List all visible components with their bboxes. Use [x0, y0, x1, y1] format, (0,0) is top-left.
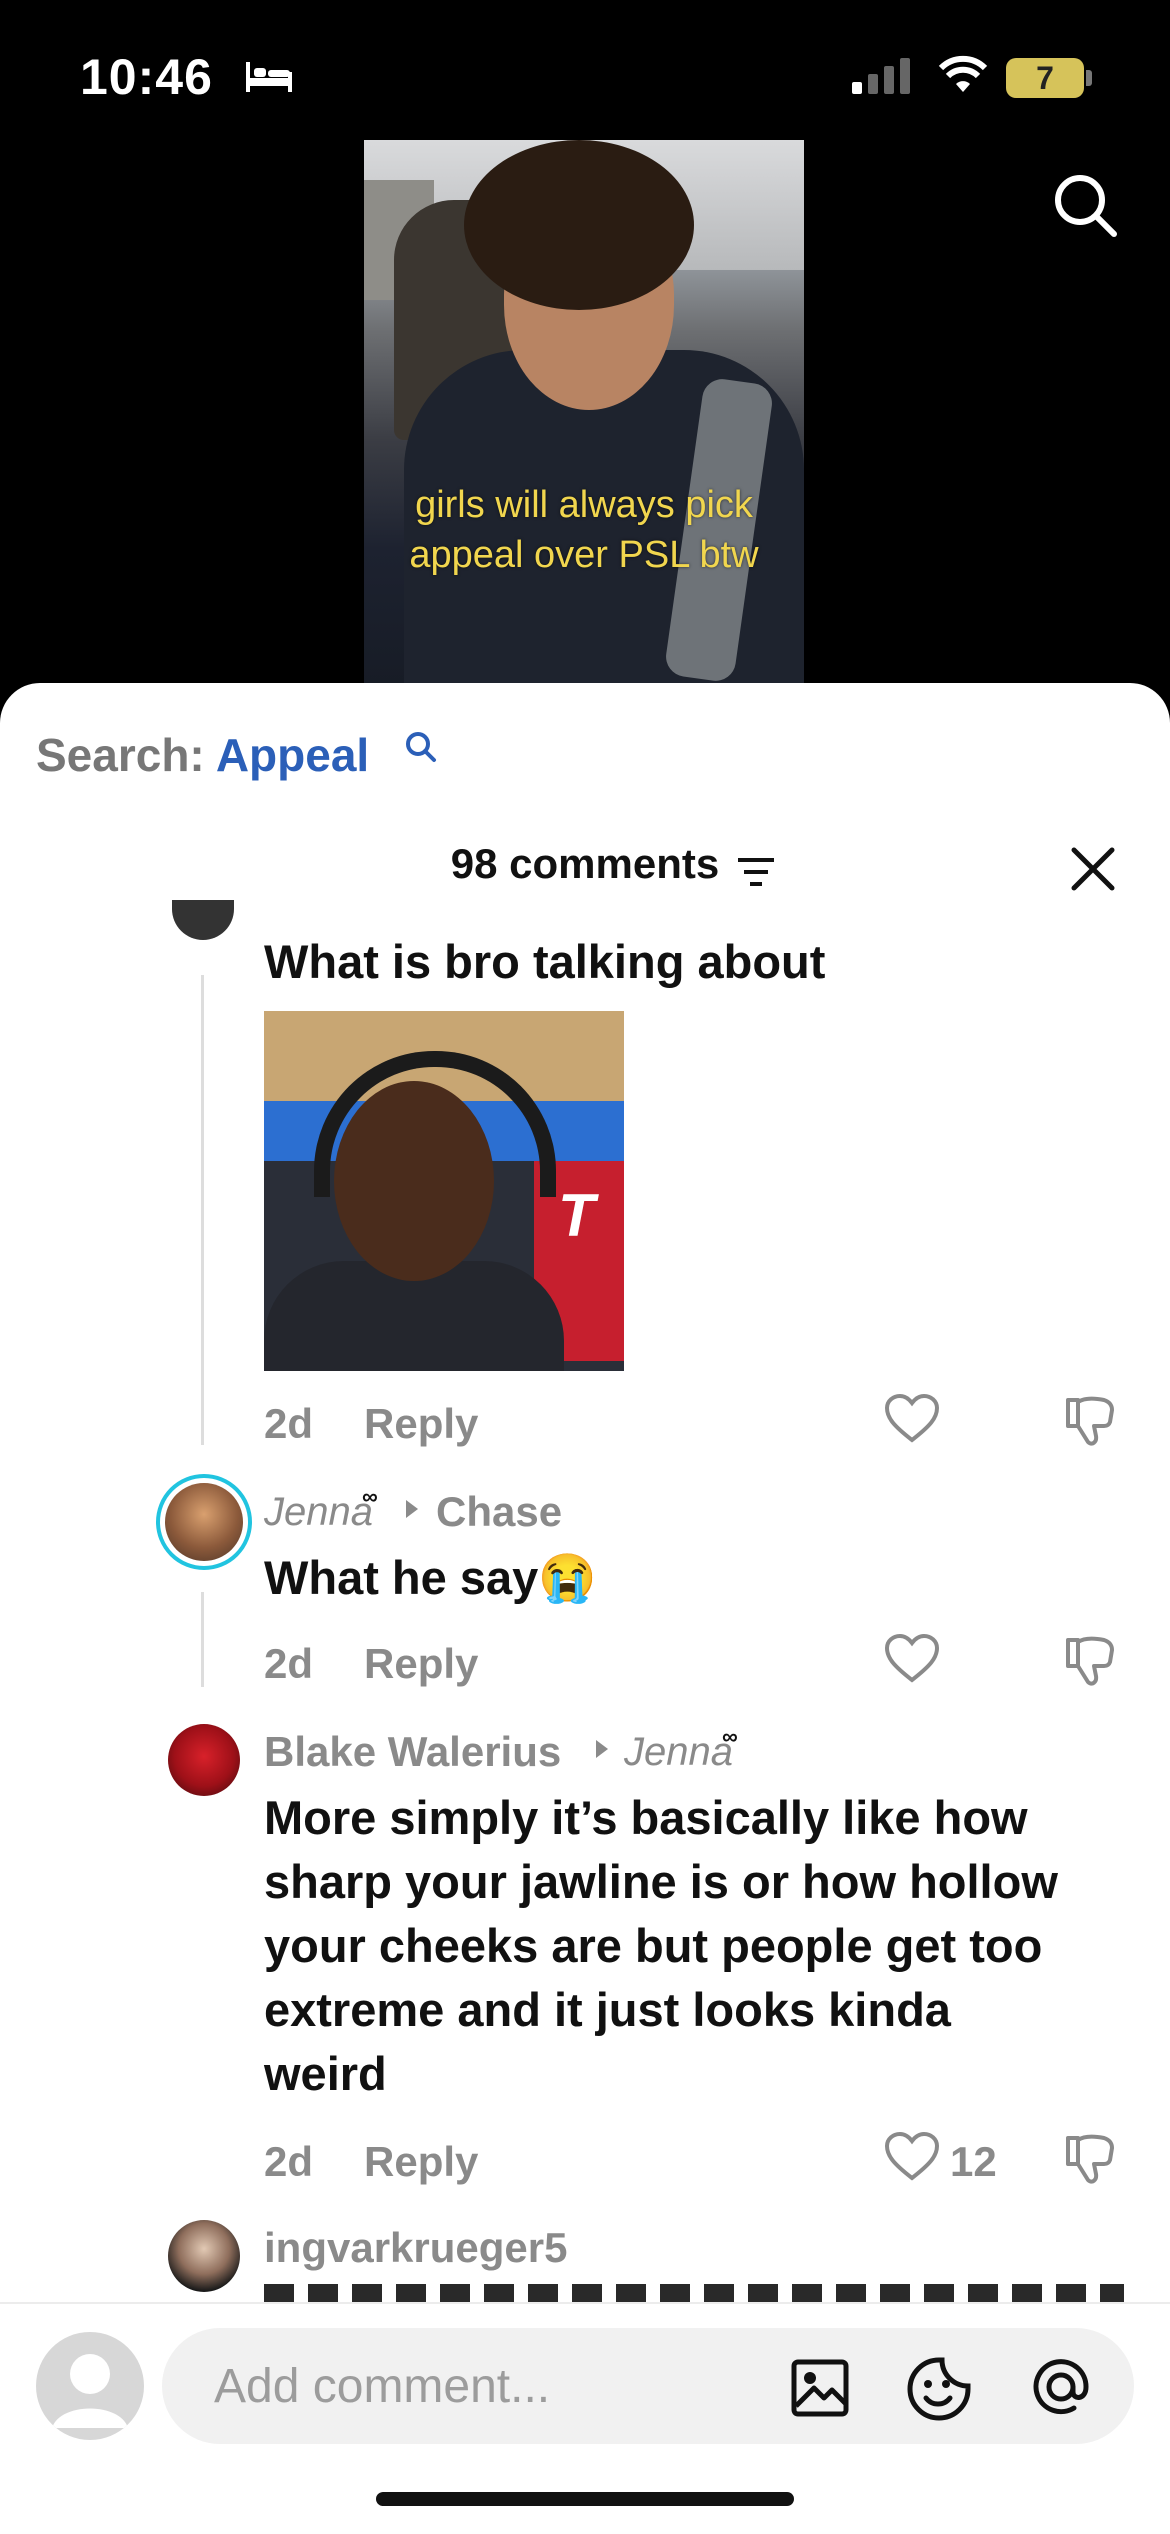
- thread-line: [201, 975, 204, 1445]
- video-caption-line: appeal over PSL btw: [409, 534, 759, 576]
- comment-author[interactable]: ingvarkrueger5: [264, 2224, 567, 2272]
- current-user-avatar[interactable]: [36, 2332, 144, 2440]
- battery-tip: [1086, 70, 1092, 86]
- comment-time: 2d: [264, 1400, 314, 1447]
- like-heart-icon[interactable]: [884, 2131, 940, 2187]
- comment-text-line: extreme and it just looks kinda: [264, 1983, 951, 2036]
- thread-line: [201, 1592, 204, 1687]
- comment-time: 2d: [264, 2138, 314, 2185]
- like-heart-icon[interactable]: [884, 1393, 940, 1449]
- search-term[interactable]: Appeal: [216, 729, 369, 781]
- comment-author[interactable]: Jenna: [264, 1490, 373, 1535]
- avatar[interactable]: [168, 1724, 240, 1796]
- comment-time: 2d: [264, 1640, 314, 1687]
- search-label: Search:: [36, 729, 205, 781]
- reply-button[interactable]: Reply: [364, 1400, 478, 1448]
- status-time: 10:46: [80, 49, 213, 105]
- wifi-icon: [938, 54, 988, 99]
- comment-text-line: weird: [264, 2047, 387, 2100]
- cellular-signal-icon: [852, 56, 916, 101]
- search-term-icon[interactable]: [404, 730, 438, 769]
- comment-text-line: sharp your jawline is or how hollow: [264, 1855, 1058, 1908]
- video-caption-line: girls will always pick: [415, 484, 753, 526]
- avatar-image: [165, 1483, 243, 1561]
- comment-count: 98 comments: [0, 840, 1170, 888]
- dislike-icon[interactable]: [1064, 1394, 1116, 1453]
- home-indicator[interactable]: [376, 2492, 794, 2506]
- comment-text-body: What he say: [264, 1551, 539, 1604]
- infinity-badge-icon: ∞: [722, 1724, 738, 1749]
- like-heart-icon[interactable]: [884, 1633, 940, 1689]
- reply-to-author[interactable]: Jenna: [624, 1730, 733, 1775]
- comment-gif[interactable]: T: [264, 1011, 624, 1371]
- search-suggestion[interactable]: Search: Appeal: [36, 728, 369, 782]
- avatar-story-ring[interactable]: [156, 1474, 252, 1570]
- reply-arrow-icon: [406, 1500, 418, 1518]
- dislike-icon[interactable]: [1064, 2132, 1116, 2191]
- sleep-focus-icon: [244, 58, 294, 99]
- video-thumbnail[interactable]: girls will always pick appeal over PSL b…: [364, 140, 804, 685]
- reply-to-author[interactable]: Chase: [436, 1488, 562, 1536]
- close-icon[interactable]: [1070, 846, 1116, 897]
- avatar[interactable]: [168, 2220, 240, 2292]
- comment-text: What he say😭: [264, 1546, 597, 1610]
- comment-text: What is bro talking about: [264, 935, 826, 988]
- infinity-badge-icon: ∞: [362, 1484, 378, 1509]
- comment-count-label: 98 comments: [450, 840, 720, 887]
- gif-sign-icon: T: [558, 1182, 595, 1249]
- comment-text-partial: [264, 2284, 1124, 2302]
- reply-button[interactable]: Reply: [364, 1640, 478, 1688]
- reply-button[interactable]: Reply: [364, 2138, 478, 2186]
- comment-author[interactable]: Blake Walerius: [264, 1728, 561, 1776]
- video-caption: girls will always pick appeal over PSL b…: [364, 480, 804, 580]
- dislike-icon[interactable]: [1064, 1634, 1116, 1693]
- image-icon[interactable]: [790, 2358, 850, 2423]
- battery-indicator: 7: [1006, 58, 1084, 98]
- like-count: 12: [950, 2138, 997, 2185]
- sticker-icon[interactable]: [906, 2356, 972, 2427]
- sort-filter-icon[interactable]: [736, 856, 776, 893]
- comment-text-line: your cheeks are but people get too: [264, 1919, 1043, 1972]
- video-hair: [464, 140, 694, 310]
- reply-arrow-icon: [596, 1740, 608, 1758]
- search-icon[interactable]: [1052, 172, 1120, 245]
- mention-icon[interactable]: [1028, 2354, 1094, 2425]
- emoji: 😭: [538, 1551, 597, 1604]
- add-comment-field[interactable]: [162, 2328, 1134, 2444]
- add-comment-input[interactable]: [212, 2352, 776, 2420]
- comment-text: More simply it’s basically like how shar…: [264, 1786, 1058, 2106]
- comment-text-line: More simply it’s basically like how: [264, 1791, 1028, 1844]
